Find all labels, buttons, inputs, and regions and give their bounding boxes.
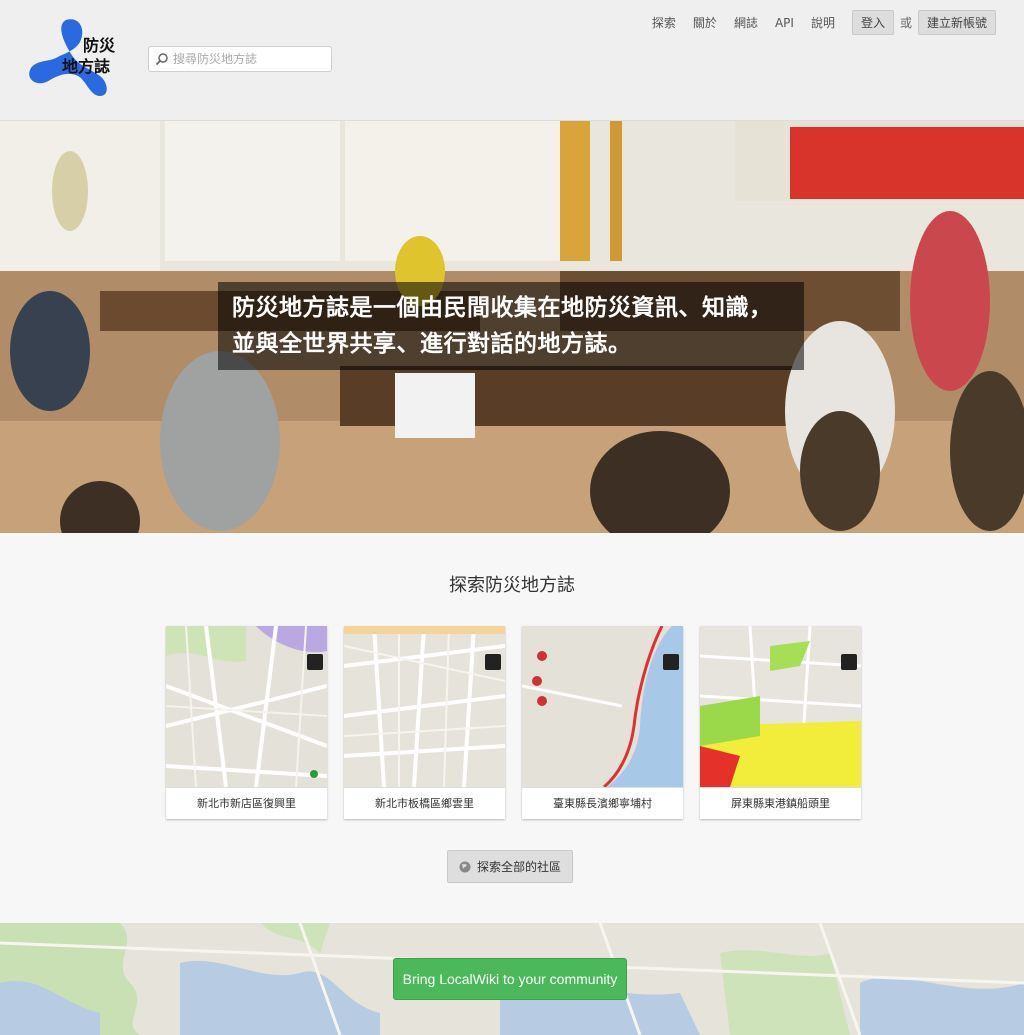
signup-button[interactable]: 建立新帳號 xyxy=(917,10,996,35)
logo-text-line1: 防災 xyxy=(83,36,116,55)
community-card[interactable]: 臺東縣長濱鄉寧埔村 xyxy=(522,626,683,819)
community-card[interactable]: 新北市板橋區鄉雲里 xyxy=(344,626,505,819)
bring-localwiki-button[interactable]: Bring LocalWiki to your community xyxy=(393,958,627,1000)
globe-icon xyxy=(459,861,471,872)
or-text: 或 xyxy=(899,16,912,30)
community-cards: 新北市新店區復興里 新北市板橋區鄉雲里 臺東縣長濱鄉寧埔村 屏東縣東港鎮船頭里 xyxy=(166,626,861,819)
top-navigation: 探索 關於 網誌 API 說明 登入 或 建立新帳號 xyxy=(652,10,996,35)
layers-icon xyxy=(841,654,857,670)
nav-api[interactable]: API xyxy=(775,16,794,30)
layers-icon xyxy=(307,654,323,670)
community-map xyxy=(700,626,861,787)
hero-caption-text: 防災地方誌是一個由民間收集在地防災資訊、知識，並與全世界共享、進行對話的地方誌。 xyxy=(232,295,773,357)
community-card[interactable]: 屏東縣東港鎮船頭里 xyxy=(700,626,861,819)
nav-help[interactable]: 說明 xyxy=(811,14,835,31)
hero-banner: 防災地方誌是一個由民間收集在地防災資訊、知識，並與全世界共享、進行對話的地方誌。 xyxy=(0,121,1024,533)
community-map xyxy=(522,626,683,787)
map-thumbnail xyxy=(700,626,861,787)
community-card-label: 屏東縣東港鎮船頭里 xyxy=(700,787,861,819)
nav-blog[interactable]: 網誌 xyxy=(734,14,758,31)
search-box[interactable] xyxy=(148,46,332,72)
explore-all-label: 探索全部的社區 xyxy=(476,860,561,874)
community-map xyxy=(344,626,505,787)
community-map xyxy=(166,626,327,787)
layers-icon xyxy=(663,654,679,670)
map-thumbnail xyxy=(166,626,327,787)
map-thumbnail xyxy=(522,626,683,787)
explore-all-button[interactable]: 探索全部的社區 xyxy=(447,850,573,883)
search-input[interactable] xyxy=(173,52,323,66)
map-thumbnail xyxy=(344,626,505,787)
community-card-label: 新北市新店區復興里 xyxy=(166,787,327,819)
login-button[interactable]: 登入 xyxy=(851,10,894,35)
logo-text-line2: 地方誌 xyxy=(62,57,111,76)
site-header: 防災 地方誌 探索 關於 網誌 API 說明 登入 或 建立新帳號 xyxy=(0,0,1024,121)
community-card-label: 新北市板橋區鄉雲里 xyxy=(344,787,505,819)
nav-explore[interactable]: 探索 xyxy=(652,14,676,31)
site-logo[interactable]: 防災 地方誌 xyxy=(26,16,116,104)
layers-icon xyxy=(485,654,501,670)
nav-about[interactable]: 關於 xyxy=(693,14,717,31)
community-card[interactable]: 新北市新店區復興里 xyxy=(166,626,327,819)
community-card-label: 臺東縣長濱鄉寧埔村 xyxy=(522,787,683,819)
search-icon xyxy=(155,53,168,66)
hero-caption: 防災地方誌是一個由民間收集在地防災資訊、知識，並與全世界共享、進行對話的地方誌。 xyxy=(218,282,804,370)
explore-title: 探索防災地方誌 xyxy=(449,575,575,596)
